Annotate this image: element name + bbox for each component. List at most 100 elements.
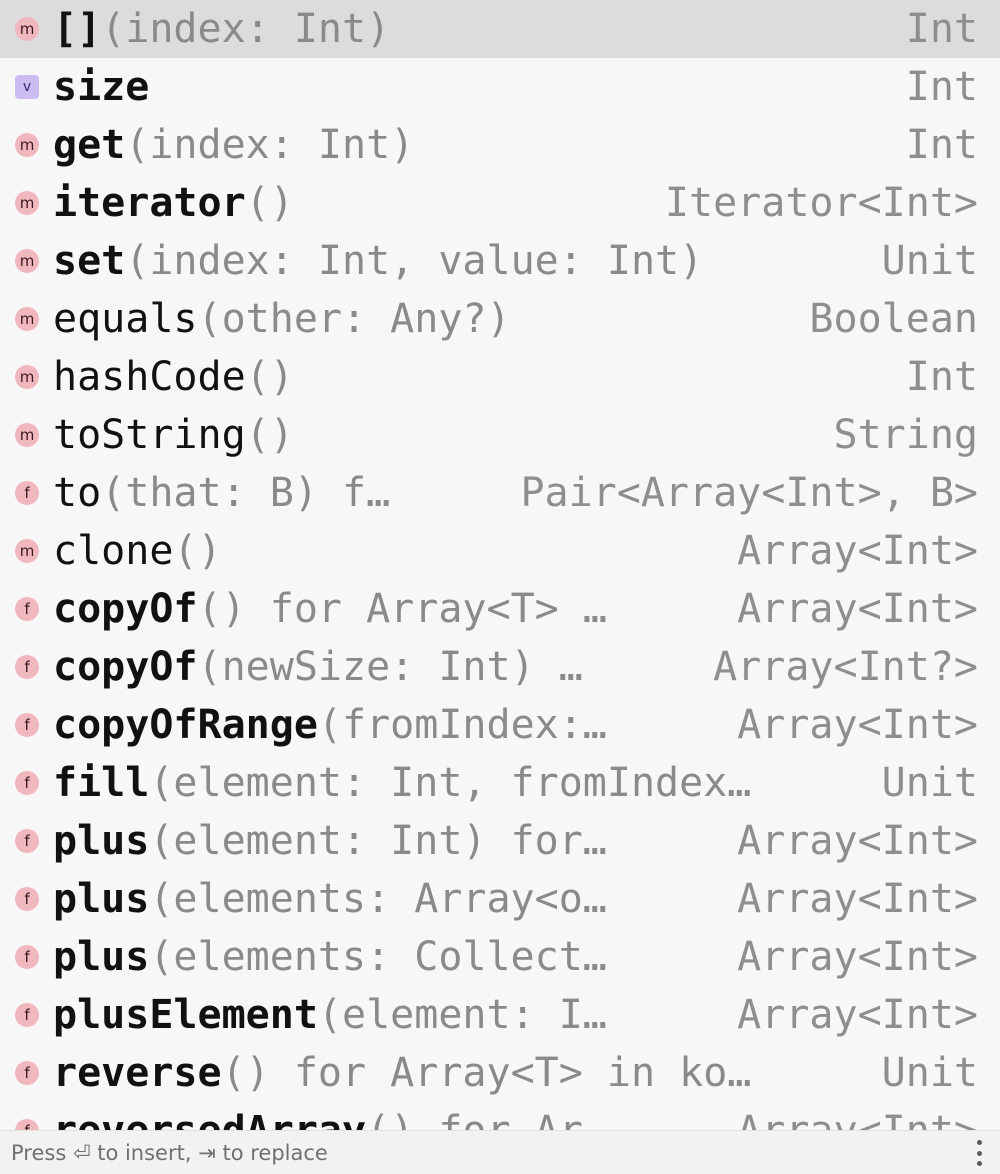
method-kind-icon: m <box>15 423 39 447</box>
completion-item-type: Unit <box>881 1050 978 1096</box>
completion-item[interactable]: f copyOfRange(fromIndex:… Array<Int> <box>0 696 1000 754</box>
completion-item-type: Array<Int> <box>737 992 978 1038</box>
completion-item[interactable]: m toString() String <box>0 406 1000 464</box>
completion-item-type: Array<Int?> <box>713 644 978 690</box>
completion-item[interactable]: f reverse() for Array<T> in ko… Unit <box>0 1044 1000 1102</box>
completion-item-name: reverse <box>53 1050 222 1096</box>
completion-item[interactable]: f fill(element: Int, fromIndex… Unit <box>0 754 1000 812</box>
completion-item-params: () <box>245 412 294 458</box>
completion-item-name: plus <box>53 818 150 864</box>
completion-item-type: Unit <box>881 238 978 284</box>
completion-item-signature: fill(element: Int, fromIndex… <box>53 754 751 812</box>
completion-item-type: Array<Int> <box>737 818 978 864</box>
function-kind-icon: f <box>15 829 39 853</box>
completion-item[interactable]: f reversedArray() for Ar… Array<Int> <box>0 1102 1000 1130</box>
method-kind-icon: m <box>15 133 39 157</box>
completion-item-params: (newSize: Int) … <box>197 644 583 690</box>
completion-item-name: to <box>53 470 102 516</box>
completion-item-params: (index: Int) <box>125 122 415 168</box>
completion-item-type: Array<Int> <box>737 702 978 748</box>
completion-item-signature: reversedArray() for Ar… <box>53 1102 607 1130</box>
completion-item-signature: copyOf(newSize: Int) … <box>53 638 583 696</box>
completion-item-signature: reverse() for Array<T> in ko… <box>53 1044 751 1102</box>
completion-item-name: iterator <box>53 180 246 226</box>
completion-item-type: Iterator<Int> <box>664 180 978 226</box>
function-kind-icon: f <box>15 945 39 969</box>
completion-item-name: equals <box>53 296 198 342</box>
completion-item-type: Int <box>905 6 978 52</box>
completion-item-params: (index: Int) <box>101 6 391 52</box>
completion-item[interactable]: f to(that: B) f… Pair<Array<Int>, B> <box>0 464 1000 522</box>
variable-kind-icon: v <box>15 75 39 99</box>
completion-item-name: plus <box>53 934 150 980</box>
completion-item-name: copyOfRange <box>53 702 318 748</box>
completion-item[interactable]: f plusElement(element: I… Array<Int> <box>0 986 1000 1044</box>
completion-item[interactable]: f copyOf(newSize: Int) … Array<Int?> <box>0 638 1000 696</box>
completion-item-name: plus <box>53 876 150 922</box>
method-kind-icon: m <box>15 249 39 273</box>
completion-item-signature: equals(other: Any?) <box>53 290 511 348</box>
completion-item-signature: get(index: Int) <box>53 116 414 174</box>
function-kind-icon: f <box>15 771 39 795</box>
completion-item[interactable]: m iterator() Iterator<Int> <box>0 174 1000 232</box>
completion-item[interactable]: m equals(other: Any?) Boolean <box>0 290 1000 348</box>
completion-item[interactable]: m get(index: Int) Int <box>0 116 1000 174</box>
function-kind-icon: f <box>15 655 39 679</box>
method-kind-icon: m <box>15 17 39 41</box>
completion-item-name: copyOf <box>53 644 198 690</box>
completion-item-signature: copyOf() for Array<T> … <box>53 580 607 638</box>
completion-item-type: Int <box>905 354 978 400</box>
completion-item-name: hashCode <box>53 354 246 400</box>
completion-item-params: (element: Int, fromIndex… <box>149 760 752 806</box>
completion-item[interactable]: f plus(element: Int) for… Array<Int> <box>0 812 1000 870</box>
completion-list: m [](index: Int) Int v size Int m get(index: In… <box>0 0 1000 1130</box>
completion-item[interactable]: v size Int <box>0 58 1000 116</box>
completion-item-params: (that: B) f… <box>101 470 391 516</box>
method-kind-icon: m <box>15 191 39 215</box>
completion-item-signature: clone() <box>53 522 222 580</box>
completion-item-name: toString <box>53 412 246 458</box>
completion-item-params: (elements: Array<o… <box>149 876 607 922</box>
function-kind-icon: f <box>15 1119 39 1130</box>
completion-item[interactable]: m set(index: Int, value: Int) Unit <box>0 232 1000 290</box>
completion-item-signature: to(that: B) f… <box>53 464 390 522</box>
completion-item[interactable]: m hashCode() Int <box>0 348 1000 406</box>
completion-item-params: () for Array<T> in ko… <box>221 1050 752 1096</box>
completion-item-name: size <box>53 64 150 110</box>
completion-item-type: Array<Int> <box>737 934 978 980</box>
completion-item-params: (element: I… <box>317 992 607 1038</box>
completion-item-name: fill <box>53 760 150 806</box>
completion-item-name: copyOf <box>53 586 198 632</box>
completion-item-type: Array<Int> <box>737 586 978 632</box>
completion-item[interactable]: m [](index: Int) Int <box>0 0 1000 58</box>
completion-item-params: () <box>245 180 294 226</box>
completion-item-params: () <box>245 354 294 400</box>
completion-item[interactable]: f plus(elements: Collect… Array<Int> <box>0 928 1000 986</box>
completion-item-params: () for Array<T> … <box>197 586 607 632</box>
completion-item-signature: toString() <box>53 406 294 464</box>
function-kind-icon: f <box>15 1061 39 1085</box>
completion-item-name: reversedArray <box>53 1108 366 1130</box>
completion-item-signature: set(index: Int, value: Int) <box>53 232 703 290</box>
completion-item[interactable]: f plus(elements: Array<o… Array<Int> <box>0 870 1000 928</box>
insert-replace-hint: Press ⏎ to insert, ⇥ to replace <box>11 1140 328 1165</box>
function-kind-icon: f <box>15 597 39 621</box>
completion-item-params: (elements: Collect… <box>149 934 607 980</box>
completion-item[interactable]: f copyOf() for Array<T> … Array<Int> <box>0 580 1000 638</box>
completion-item-name: plusElement <box>53 992 318 1038</box>
completion-item-type: Int <box>905 64 978 110</box>
completion-item-type: Boolean <box>809 296 978 342</box>
function-kind-icon: f <box>15 887 39 911</box>
completion-item-signature: size <box>53 58 149 116</box>
completion-item-params: () <box>173 528 222 574</box>
vertical-ellipsis-icon[interactable] <box>976 1140 982 1166</box>
function-kind-icon: f <box>15 713 39 737</box>
completion-item-signature: plus(elements: Array<o… <box>53 870 607 928</box>
completion-item-name: [] <box>53 6 102 52</box>
completion-item-signature: plus(element: Int) for… <box>53 812 607 870</box>
completion-item-signature: [](index: Int) <box>53 0 390 58</box>
completion-item[interactable]: m clone() Array<Int> <box>0 522 1000 580</box>
completion-item-params: (index: Int, value: Int) <box>125 238 704 284</box>
completion-item-name: clone <box>53 528 174 574</box>
method-kind-icon: m <box>15 539 39 563</box>
